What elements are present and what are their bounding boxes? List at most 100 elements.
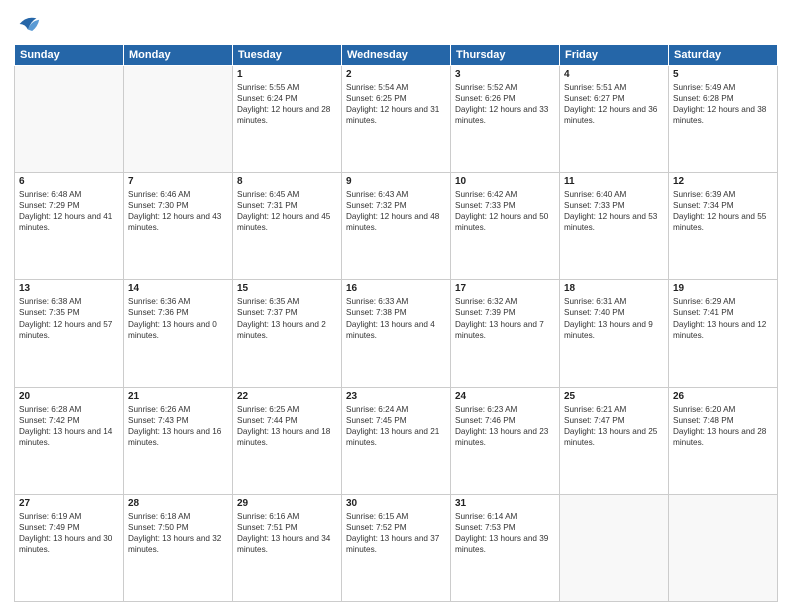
cell-details: Sunrise: 6:32 AMSunset: 7:39 PMDaylight:… xyxy=(455,296,555,340)
cell-details: Sunrise: 6:16 AMSunset: 7:51 PMDaylight:… xyxy=(237,511,337,555)
cell-details: Sunrise: 6:24 AMSunset: 7:45 PMDaylight:… xyxy=(346,404,446,448)
header xyxy=(14,10,778,38)
day-number: 2 xyxy=(346,69,446,80)
calendar-cell: 20Sunrise: 6:28 AMSunset: 7:42 PMDayligh… xyxy=(15,387,124,494)
day-number: 3 xyxy=(455,69,555,80)
col-header-tuesday: Tuesday xyxy=(233,45,342,66)
cell-details: Sunrise: 6:35 AMSunset: 7:37 PMDaylight:… xyxy=(237,296,337,340)
calendar-cell: 13 Sunrise: 6:38 AMSunset: 7:35 PMDayligh… xyxy=(15,280,124,387)
day-number: 13 xyxy=(19,283,119,294)
day-number: 31 xyxy=(455,498,555,509)
calendar-cell xyxy=(15,66,124,173)
week-row-2: 6 Sunrise: 6:48 AMSunset: 7:29 PMDaylight… xyxy=(15,173,778,280)
day-number: 14 xyxy=(128,283,228,294)
day-number: 16 xyxy=(346,283,446,294)
cell-details: Sunrise: 6:42 AMSunset: 7:33 PMDaylight:… xyxy=(455,189,555,233)
cell-details: Sunrise: 6:45 AMSunset: 7:31 PMDaylight:… xyxy=(237,189,337,233)
cell-details: Sunrise: 5:54 AMSunset: 6:25 PMDaylight:… xyxy=(346,82,446,126)
col-header-monday: Monday xyxy=(124,45,233,66)
week-row-4: 20Sunrise: 6:28 AMSunset: 7:42 PMDayligh… xyxy=(15,387,778,494)
cell-details: Sunrise: 5:51 AMSunset: 6:27 PMDaylight:… xyxy=(564,82,664,126)
calendar-cell: 22 Sunrise: 6:25 AMSunset: 7:44 PMDayligh… xyxy=(233,387,342,494)
col-header-thursday: Thursday xyxy=(451,45,560,66)
calendar-cell: 26 Sunrise: 6:20 AMSunset: 7:48 PMDayligh… xyxy=(669,387,778,494)
cell-details: Sunrise: 5:49 AMSunset: 6:28 PMDaylight:… xyxy=(673,82,773,126)
day-number: 21 xyxy=(128,391,228,402)
cell-details: Sunrise: 6:19 AMSunset: 7:49 PMDaylight:… xyxy=(19,511,119,555)
cell-details: Sunrise: 6:33 AMSunset: 7:38 PMDaylight:… xyxy=(346,296,446,340)
cell-details: Sunrise: 6:36 AMSunset: 7:36 PMDaylight:… xyxy=(128,296,228,340)
cell-details: Sunrise: 6:20 AMSunset: 7:48 PMDaylight:… xyxy=(673,404,773,448)
calendar-cell: 24 Sunrise: 6:23 AMSunset: 7:46 PMDayligh… xyxy=(451,387,560,494)
day-number: 29 xyxy=(237,498,337,509)
calendar-cell: 18Sunrise: 6:31 AMSunset: 7:40 PMDayligh… xyxy=(560,280,669,387)
cell-details: Sunrise: 6:29 AMSunset: 7:41 PMDaylight:… xyxy=(673,296,773,340)
day-number: 20 xyxy=(19,391,119,402)
day-number: 5 xyxy=(673,69,773,80)
col-header-friday: Friday xyxy=(560,45,669,66)
col-header-saturday: Saturday xyxy=(669,45,778,66)
day-number: 17 xyxy=(455,283,555,294)
cell-details: Sunrise: 5:55 AMSunset: 6:24 PMDaylight:… xyxy=(237,82,337,126)
day-number: 18 xyxy=(564,283,664,294)
calendar-cell xyxy=(124,66,233,173)
week-row-5: 27Sunrise: 6:19 AMSunset: 7:49 PMDayligh… xyxy=(15,494,778,601)
cell-details: Sunrise: 6:21 AMSunset: 7:47 PMDaylight:… xyxy=(564,404,664,448)
cell-details: Sunrise: 6:40 AMSunset: 7:33 PMDaylight:… xyxy=(564,189,664,233)
col-header-wednesday: Wednesday xyxy=(342,45,451,66)
day-number: 7 xyxy=(128,176,228,187)
week-row-1: 1 Sunrise: 5:55 AMSunset: 6:24 PMDaylight… xyxy=(15,66,778,173)
calendar-cell: 9Sunrise: 6:43 AMSunset: 7:32 PMDaylight… xyxy=(342,173,451,280)
calendar-cell: 19 Sunrise: 6:29 AMSunset: 7:41 PMDayligh… xyxy=(669,280,778,387)
calendar-cell: 8 Sunrise: 6:45 AMSunset: 7:31 PMDaylight… xyxy=(233,173,342,280)
calendar-cell: 16 Sunrise: 6:33 AMSunset: 7:38 PMDayligh… xyxy=(342,280,451,387)
calendar-cell: 6 Sunrise: 6:48 AMSunset: 7:29 PMDaylight… xyxy=(15,173,124,280)
cell-details: Sunrise: 6:14 AMSunset: 7:53 PMDaylight:… xyxy=(455,511,555,555)
calendar-cell: 30Sunrise: 6:15 AMSunset: 7:52 PMDayligh… xyxy=(342,494,451,601)
calendar-cell xyxy=(560,494,669,601)
day-number: 24 xyxy=(455,391,555,402)
day-number: 8 xyxy=(237,176,337,187)
day-number: 12 xyxy=(673,176,773,187)
calendar-cell: 3 Sunrise: 5:52 AMSunset: 6:26 PMDaylight… xyxy=(451,66,560,173)
calendar-cell: 1 Sunrise: 5:55 AMSunset: 6:24 PMDaylight… xyxy=(233,66,342,173)
day-number: 4 xyxy=(564,69,664,80)
day-number: 25 xyxy=(564,391,664,402)
calendar-table: SundayMondayTuesdayWednesdayThursdayFrid… xyxy=(14,44,778,602)
week-row-3: 13 Sunrise: 6:38 AMSunset: 7:35 PMDayligh… xyxy=(15,280,778,387)
cell-details: Sunrise: 6:26 AMSunset: 7:43 PMDaylight:… xyxy=(128,404,228,448)
generalblue-logo-icon xyxy=(14,10,42,38)
calendar-cell: 21 Sunrise: 6:26 AMSunset: 7:43 PMDayligh… xyxy=(124,387,233,494)
cell-details: Sunrise: 6:39 AMSunset: 7:34 PMDaylight:… xyxy=(673,189,773,233)
calendar-cell: 4 Sunrise: 5:51 AMSunset: 6:27 PMDaylight… xyxy=(560,66,669,173)
cell-details: Sunrise: 6:23 AMSunset: 7:46 PMDaylight:… xyxy=(455,404,555,448)
day-number: 23 xyxy=(346,391,446,402)
page: SundayMondayTuesdayWednesdayThursdayFrid… xyxy=(0,0,792,612)
calendar-cell: 31 Sunrise: 6:14 AMSunset: 7:53 PMDayligh… xyxy=(451,494,560,601)
day-number: 10 xyxy=(455,176,555,187)
calendar-cell xyxy=(669,494,778,601)
calendar-cell: 27Sunrise: 6:19 AMSunset: 7:49 PMDayligh… xyxy=(15,494,124,601)
cell-details: Sunrise: 6:38 AMSunset: 7:35 PMDaylight:… xyxy=(19,296,119,340)
day-number: 26 xyxy=(673,391,773,402)
cell-details: Sunrise: 6:46 AMSunset: 7:30 PMDaylight:… xyxy=(128,189,228,233)
calendar-cell: 12 Sunrise: 6:39 AMSunset: 7:34 PMDayligh… xyxy=(669,173,778,280)
cell-details: Sunrise: 6:18 AMSunset: 7:50 PMDaylight:… xyxy=(128,511,228,555)
day-number: 9 xyxy=(346,176,446,187)
calendar-cell: 25 Sunrise: 6:21 AMSunset: 7:47 PMDayligh… xyxy=(560,387,669,494)
day-number: 22 xyxy=(237,391,337,402)
calendar-cell: 11Sunrise: 6:40 AMSunset: 7:33 PMDayligh… xyxy=(560,173,669,280)
cell-details: Sunrise: 5:52 AMSunset: 6:26 PMDaylight:… xyxy=(455,82,555,126)
calendar-cell: 28Sunrise: 6:18 AMSunset: 7:50 PMDayligh… xyxy=(124,494,233,601)
cell-details: Sunrise: 6:25 AMSunset: 7:44 PMDaylight:… xyxy=(237,404,337,448)
day-number: 1 xyxy=(237,69,337,80)
day-number: 30 xyxy=(346,498,446,509)
day-number: 6 xyxy=(19,176,119,187)
day-number: 15 xyxy=(237,283,337,294)
calendar-cell: 7 Sunrise: 6:46 AMSunset: 7:30 PMDaylight… xyxy=(124,173,233,280)
calendar-cell: 10 Sunrise: 6:42 AMSunset: 7:33 PMDayligh… xyxy=(451,173,560,280)
day-number: 19 xyxy=(673,283,773,294)
cell-details: Sunrise: 6:48 AMSunset: 7:29 PMDaylight:… xyxy=(19,189,119,233)
logo xyxy=(14,10,46,38)
calendar-header-row: SundayMondayTuesdayWednesdayThursdayFrid… xyxy=(15,45,778,66)
